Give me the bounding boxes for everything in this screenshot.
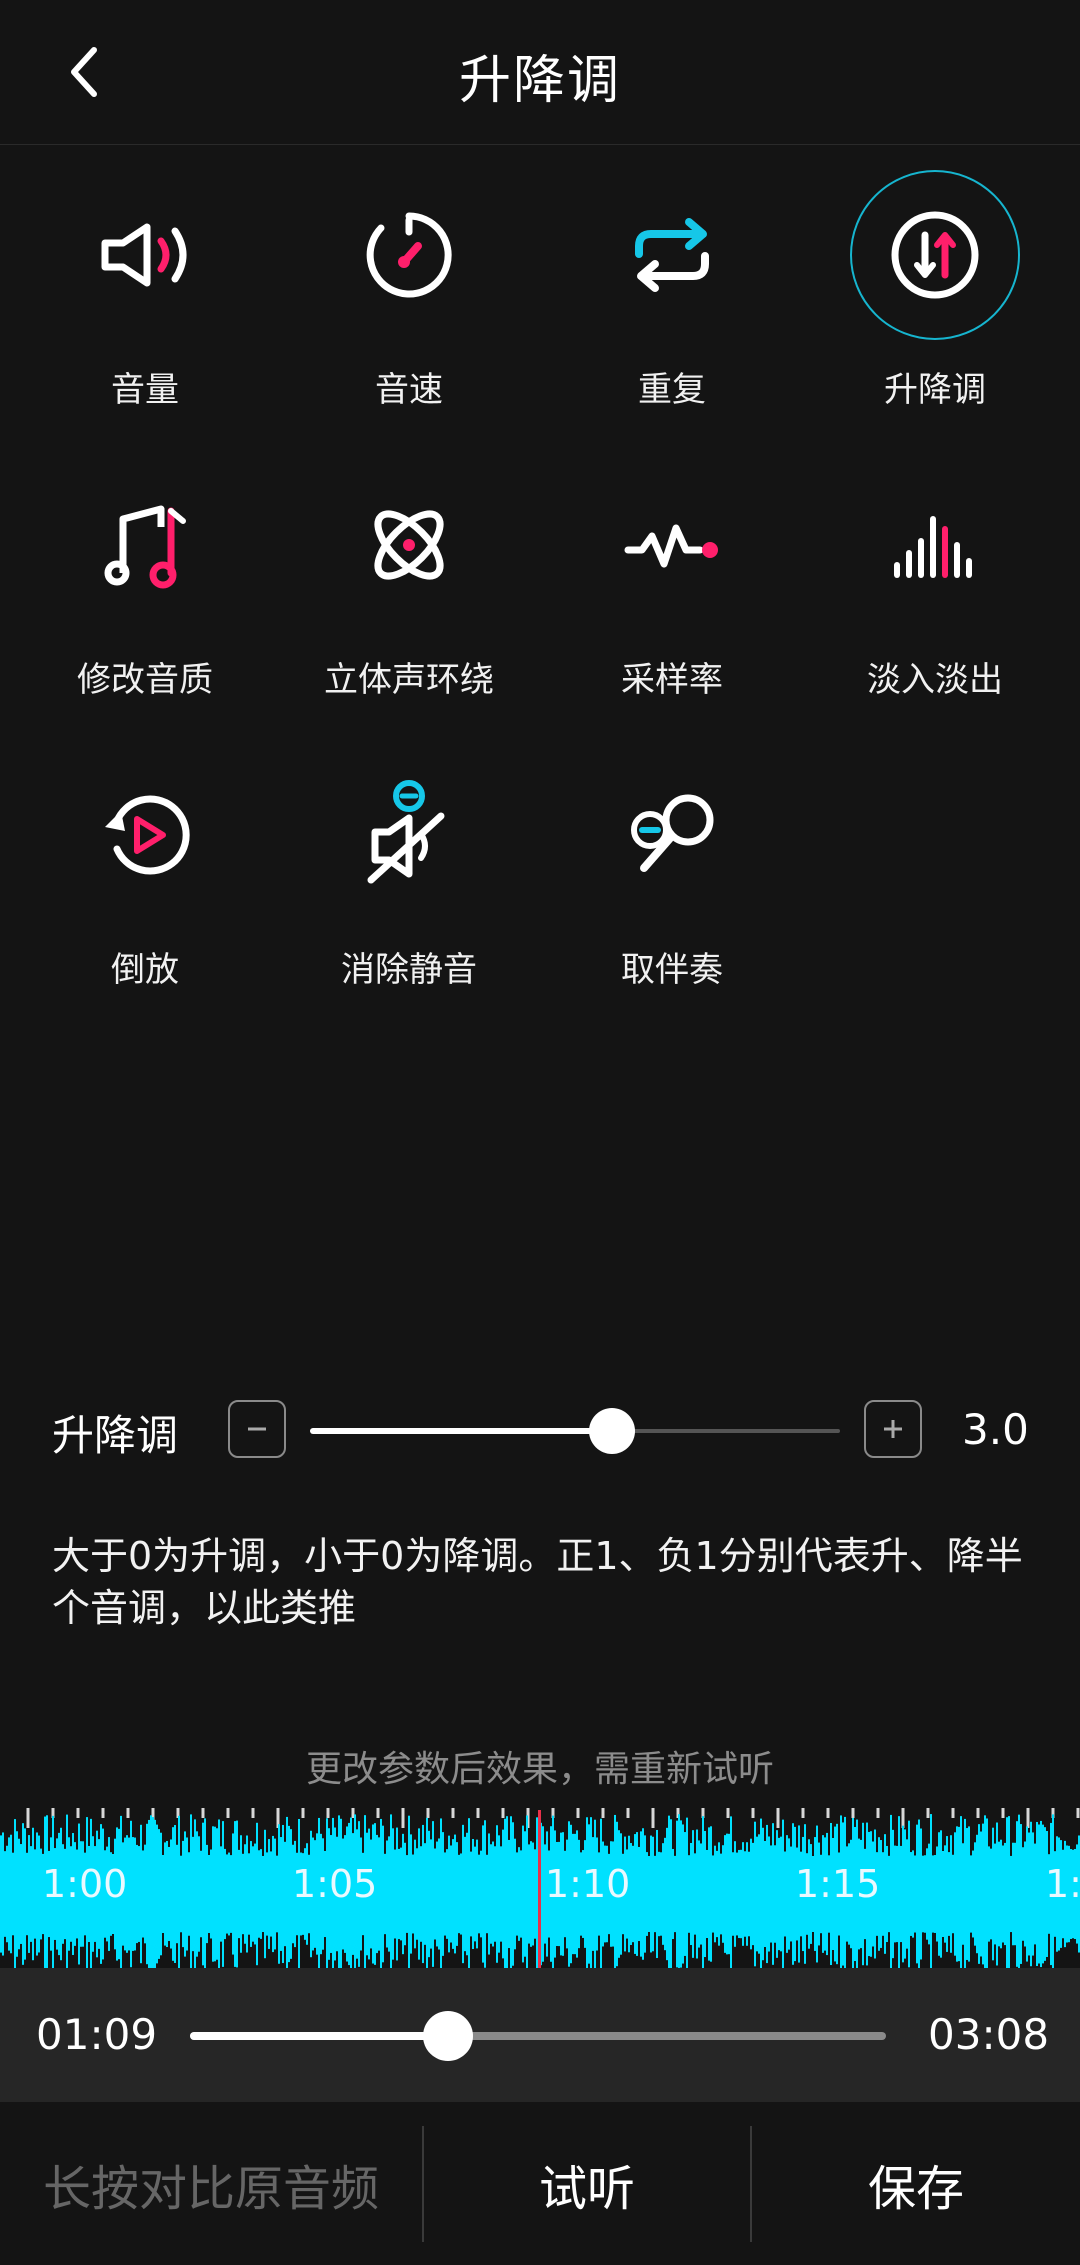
pitch-slider[interactable] [310,1408,840,1454]
music-note-icon [104,505,186,589]
tool-repeat[interactable]: 重复 [541,170,803,411]
selected-ring [850,170,1020,340]
pitch-label: 升降调 [52,1411,179,1460]
tool-fade[interactable]: 淡入淡出 [804,460,1066,701]
pitch-arrows-icon [891,211,979,299]
current-time: 01:09 [36,2010,158,2059]
slider-fill [310,1428,612,1434]
tool-samplerate[interactable]: 采样率 [541,460,803,701]
tool-label: 立体声环绕 [324,660,494,700]
timeline-label: 1:10 [545,1862,631,1906]
pitch-value: 3.0 [962,1405,1029,1454]
tool-silence[interactable]: 消除静音 [278,750,540,991]
total-time: 03:08 [928,2010,1050,2059]
tool-karaoke[interactable]: 取伴奏 [541,750,803,991]
save-button[interactable]: 保存 [752,2102,1080,2265]
slider-fill [190,2032,448,2040]
bars-icon [894,516,972,578]
atom-icon [374,510,444,580]
tool-label: 音量 [111,370,179,410]
reverse-play-icon [105,795,190,875]
page-title: 升降调 [458,51,621,111]
tool-label: 淡入淡出 [867,660,1003,700]
timeline-label: 1:00 [42,1862,128,1906]
tool-label: 修改音质 [77,660,213,700]
waveform-line-icon [624,524,718,568]
preview-button[interactable]: 试听 [424,2102,750,2265]
tool-label: 取伴奏 [621,950,723,990]
waveform-timeline[interactable]: 1:00 1:05 1:10 1:15 1:2 [0,1800,1080,1968]
tool-label: 倒放 [111,950,179,990]
tool-label: 音速 [375,370,443,410]
speed-dial-icon [366,212,452,298]
tool-label: 采样率 [621,660,723,700]
slider-thumb[interactable] [423,2011,473,2061]
timeline-label: 1:05 [292,1862,378,1906]
playback-bar: 01:09 03:08 [0,1968,1080,2102]
top-bar: 升降调 [0,0,1080,145]
hint-text: 更改参数后效果，需重新试听 [305,1749,774,1790]
tool-pitch[interactable]: 升降调 [804,170,1066,411]
plus-icon [884,1420,902,1438]
speaker-icon [101,223,187,287]
microphone-icon [631,794,714,872]
tool-stereo[interactable]: 立体声环绕 [278,460,540,701]
timeline-label: 1:15 [795,1862,881,1906]
decrease-button[interactable] [228,1400,286,1458]
tool-label: 重复 [638,370,706,410]
timeline-label: 1:2 [1045,1862,1080,1906]
compare-button[interactable]: 长按对比原音频 [0,2102,422,2265]
tool-label: 升降调 [884,370,986,410]
tool-quality[interactable]: 修改音质 [14,460,276,701]
repeat-icon [635,218,709,292]
minus-icon [248,1427,266,1431]
increase-button[interactable] [864,1400,922,1458]
bottom-actions: 长按对比原音频 试听 保存 [0,2102,1080,2265]
pitch-control: 升降调 3.0 [0,1380,1080,1480]
playhead[interactable] [538,1810,541,1968]
slider-thumb[interactable] [589,1408,635,1454]
tool-volume[interactable]: 音量 [14,170,276,411]
mute-speaker-icon [367,780,445,884]
pitch-description: 大于0为升调，小于0为降调。正1、负1分别代表升、降半个音调，以此类推 [52,1534,1023,1630]
tool-label: 消除静音 [341,950,477,990]
playback-slider[interactable] [190,2011,886,2061]
tool-reverse[interactable]: 倒放 [14,750,276,991]
tool-speed[interactable]: 音速 [278,170,540,411]
